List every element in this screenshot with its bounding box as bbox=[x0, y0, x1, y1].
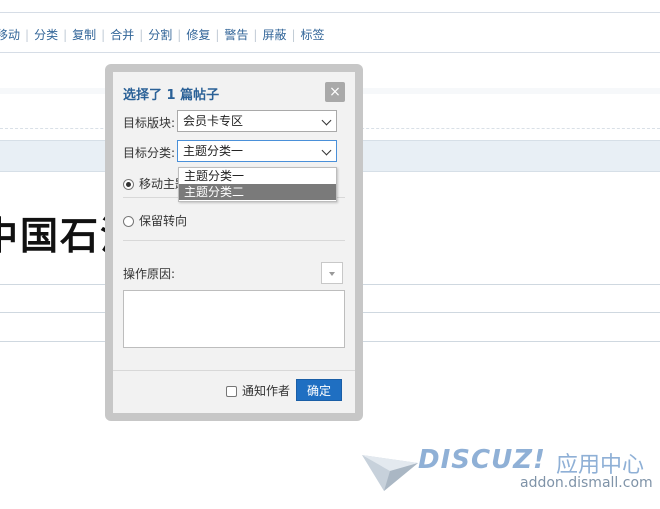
watermark: DISCUZ! 应用中心 addon.dismall.com bbox=[360, 445, 653, 495]
toolbar-separator: | bbox=[101, 28, 106, 42]
toolbar-separator: | bbox=[177, 28, 182, 42]
close-button[interactable]: × bbox=[325, 82, 345, 102]
target-category-label: 目标分类: bbox=[123, 146, 176, 160]
category-option[interactable]: 主题分类一 bbox=[179, 168, 336, 184]
toolbar-separator: | bbox=[139, 28, 144, 42]
dialog-footer-divider bbox=[113, 370, 355, 371]
reason-textarea[interactable] bbox=[123, 290, 345, 348]
chevron-down-icon bbox=[321, 145, 332, 156]
caret-down-icon bbox=[329, 272, 335, 276]
toolbar-merge[interactable]: 合并 bbox=[110, 28, 134, 42]
watermark-brand: DISCUZ! bbox=[418, 445, 546, 475]
radio-keep-option[interactable]: 保留转向 bbox=[123, 212, 187, 229]
target-category-select[interactable]: 主题分类一 bbox=[177, 140, 337, 162]
target-forum-select[interactable]: 会员卡专区 bbox=[177, 110, 337, 132]
reason-preset-dropdown[interactable] bbox=[321, 262, 343, 284]
toolbar-tags[interactable]: 标签 bbox=[301, 28, 325, 42]
category-dropdown-list: 主题分类一 主题分类二 bbox=[178, 167, 337, 202]
notify-label: 通知作者 bbox=[242, 384, 291, 398]
toolbar-warn[interactable]: 警告 bbox=[224, 28, 248, 42]
move-dialog: 选择了 1 篇帖子 × 目标版块: 会员卡专区 目标分类: 主题分类一 移动主题… bbox=[113, 72, 355, 413]
radio-keep-label: 保留转向 bbox=[139, 214, 188, 228]
toolbar-separator: | bbox=[25, 28, 30, 42]
confirm-button[interactable]: 确定 bbox=[296, 379, 342, 401]
divider bbox=[123, 240, 345, 241]
toolbar-split[interactable]: 分割 bbox=[148, 28, 172, 42]
paper-plane-icon bbox=[362, 455, 418, 491]
toolbar-category[interactable]: 分类 bbox=[34, 28, 58, 42]
close-icon: × bbox=[329, 84, 341, 100]
reason-label: 操作原因: bbox=[123, 267, 176, 281]
notify-checkbox[interactable] bbox=[226, 386, 237, 397]
toolbar-copy[interactable]: 复制 bbox=[72, 28, 96, 42]
target-forum-value: 会员卡专区 bbox=[183, 114, 244, 128]
move-dialog-frame: 选择了 1 篇帖子 × 目标版块: 会员卡专区 目标分类: 主题分类一 移动主题… bbox=[105, 64, 363, 421]
target-category-value: 主题分类一 bbox=[183, 144, 244, 158]
chevron-down-icon bbox=[321, 115, 332, 126]
category-option-highlighted[interactable]: 主题分类二 bbox=[179, 184, 336, 200]
toolbar-separator: | bbox=[215, 28, 220, 42]
moderation-toolbar: 移动 | 分类 | 复制 | 合并 | 分割 | 修复 | 警告 | 屏蔽 | 标签 bbox=[0, 12, 660, 53]
radio-unchecked-icon[interactable] bbox=[123, 216, 134, 227]
radio-checked-icon[interactable] bbox=[123, 179, 134, 190]
toolbar-separator: | bbox=[291, 28, 296, 42]
toolbar-separator: | bbox=[253, 28, 258, 42]
watermark-url: addon.dismall.com bbox=[520, 475, 653, 491]
target-forum-label: 目标版块: bbox=[123, 116, 176, 130]
toolbar-separator: | bbox=[63, 28, 68, 42]
dialog-title: 选择了 1 篇帖子 bbox=[123, 88, 220, 103]
toolbar-repair[interactable]: 修复 bbox=[186, 28, 210, 42]
notify-author-option[interactable]: 通知作者 bbox=[226, 382, 290, 399]
toolbar-ban[interactable]: 屏蔽 bbox=[262, 28, 286, 42]
toolbar-move[interactable]: 移动 bbox=[0, 28, 20, 42]
toolbar-items: 移动 | 分类 | 复制 | 合并 | 分割 | 修复 | 警告 | 屏蔽 | 标签 bbox=[0, 26, 325, 43]
